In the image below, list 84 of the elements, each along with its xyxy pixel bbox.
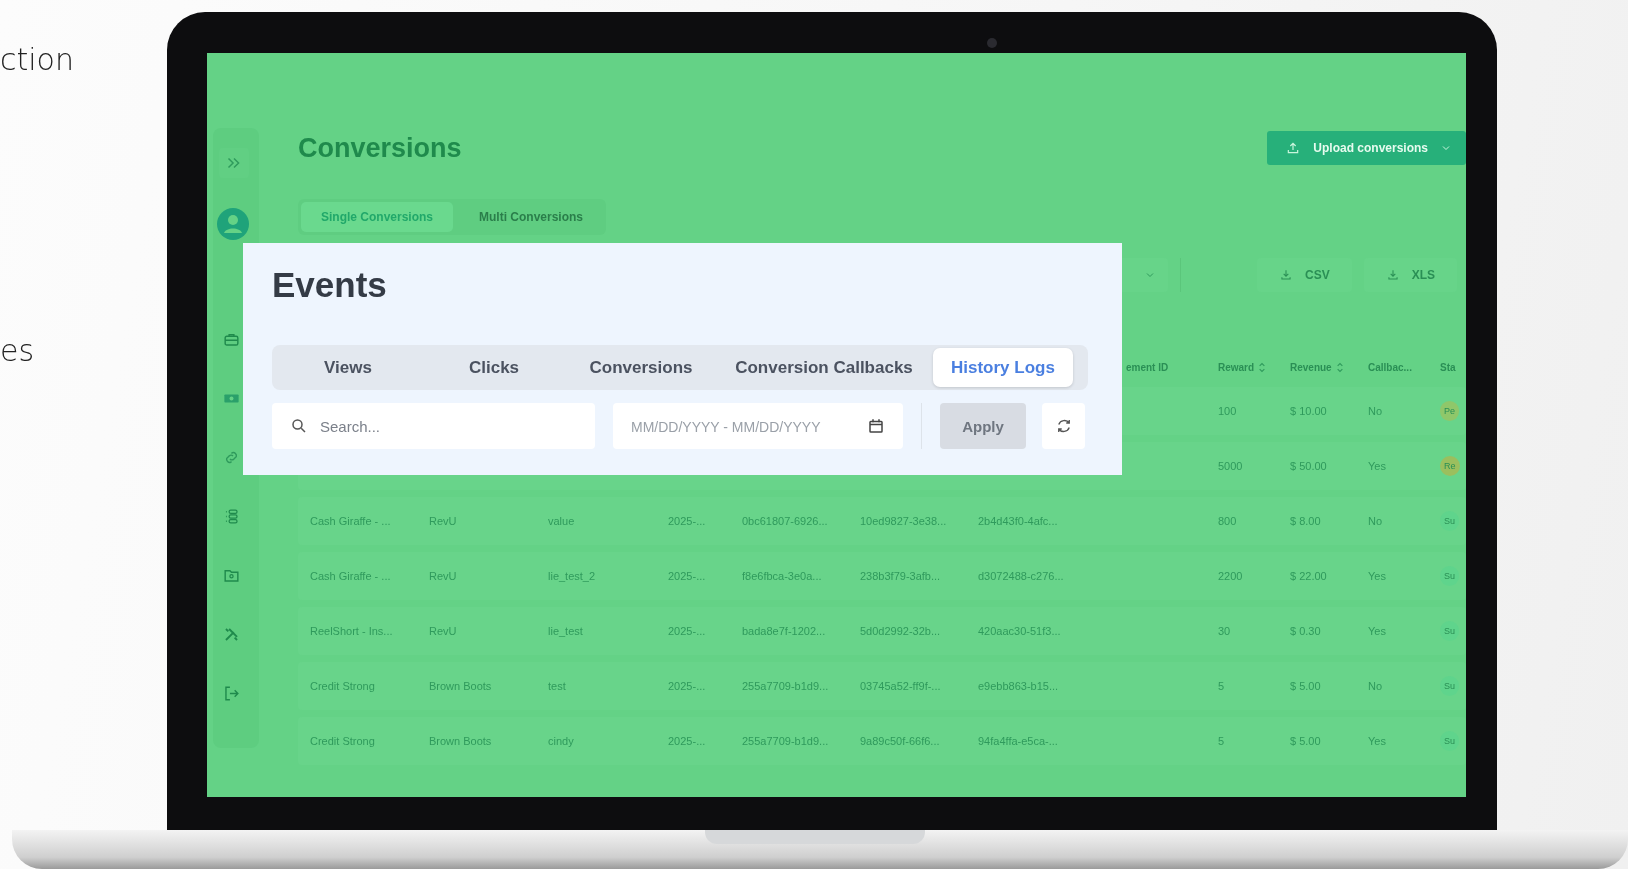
table-cell-text: 5	[1218, 735, 1226, 747]
tab[interactable]: Conversions	[567, 348, 715, 387]
column-header: Callbac...	[1368, 361, 1413, 373]
date-range-field[interactable]: MM/DD/YYYY - MM/DD/YYYY	[613, 403, 903, 449]
table-cell-text: 30	[1218, 625, 1232, 637]
table-cell-text: No	[1368, 405, 1384, 417]
refresh-button[interactable]	[1042, 403, 1085, 449]
table-cell-text: 2025-...	[668, 570, 707, 582]
table-cell-text: value	[548, 515, 576, 527]
sort-icon[interactable]	[1258, 361, 1267, 373]
table-cell-text: $ 10.00	[1290, 405, 1328, 417]
table-cell-text: $ 50.00	[1290, 460, 1328, 472]
table-cell-text: test	[548, 680, 567, 692]
table-cell-text: 2025-...	[668, 680, 707, 692]
table-cell-text: No	[1368, 680, 1384, 692]
column-header: Revenue	[1290, 361, 1368, 373]
calendar-icon[interactable]	[867, 417, 885, 435]
table-cell-text: 03745a52-ff9f-...	[860, 680, 942, 692]
table-cell-text: 9a89c50f-66f6...	[860, 735, 941, 747]
table-cell-text: Yes	[1368, 735, 1387, 747]
logout-icon[interactable]	[222, 684, 241, 703]
column-header: ement ID	[1125, 361, 1170, 373]
camera-icon	[987, 38, 997, 48]
table-cell-text: f8e6fbca-3e0a...	[742, 570, 823, 582]
table-cell-text: 800	[1218, 515, 1238, 527]
heading-text: es	[0, 333, 35, 368]
table-cell-text: bada8e7f-1202...	[742, 625, 827, 637]
table-cell-text: Yes	[1368, 570, 1387, 582]
column-header: Reward	[1218, 361, 1290, 373]
page-title: Conversions	[298, 133, 462, 164]
table-cell-text: 2b4d43f0-4afc...	[978, 515, 1059, 527]
table-cell-text: 255a7709-b1d9...	[742, 735, 830, 747]
table-cell-text: 2025-...	[668, 515, 707, 527]
table-cell-text: 238b3f79-3afb...	[860, 570, 942, 582]
table-cell-text: No	[1368, 515, 1384, 527]
tab[interactable]: Conversion Callbacks	[715, 348, 933, 387]
table-cell-text: 5	[1218, 680, 1226, 692]
table-cell-text: lie_test_2	[548, 570, 597, 582]
table-cell-text: $ 5.00	[1290, 735, 1322, 747]
table-cell-text: Yes	[1368, 460, 1387, 472]
table-cell-text: 10ed9827-3e38...	[860, 515, 948, 527]
table-cell-text: 420aac30-51f3...	[978, 625, 1062, 637]
table-cell-text: Brown Boots	[429, 735, 493, 747]
sort-icon[interactable]	[1335, 361, 1344, 373]
tab[interactable]: History Logs	[933, 348, 1073, 387]
table-cell-text: 5d0d2992-32b...	[860, 625, 942, 637]
table-cell-text: $ 22.00	[1290, 570, 1328, 582]
heading-text: ction	[0, 42, 74, 77]
table-cell-text: $ 0.30	[1290, 625, 1322, 637]
panel-title: Events	[272, 265, 388, 305]
table-cell-text: Credit Strong	[310, 680, 376, 692]
tab[interactable]: Single Conversions	[301, 202, 454, 232]
table-cell-text: Cash Giraffe - ...	[310, 570, 392, 582]
download-icon	[1385, 268, 1400, 282]
table-cell-text: e9ebb863-b15...	[978, 680, 1060, 692]
table-cell-text: RevU	[429, 570, 458, 582]
avatar-icon[interactable]	[217, 208, 249, 240]
tab[interactable]: Clicks	[421, 348, 567, 387]
table-cell-text: 2025-...	[668, 735, 707, 747]
table-cell-text: $ 8.00	[1290, 515, 1322, 527]
column-header: Sta	[1440, 361, 1457, 373]
table-cell-text: Brown Boots	[429, 680, 493, 692]
table-cell-text: 2025-...	[668, 625, 707, 637]
status-badge: Re	[1440, 456, 1460, 476]
table-cell-text: $ 5.00	[1290, 680, 1322, 692]
table-cell-text: 255a7709-b1d9...	[742, 680, 830, 692]
tab[interactable]: Multi Conversions	[459, 202, 604, 232]
status-badge: Pe	[1440, 401, 1459, 421]
search-icon	[290, 417, 308, 435]
upload-button[interactable]: Upload conversions	[1267, 131, 1466, 165]
tools-icon[interactable]	[222, 625, 241, 644]
table-cell-text: Credit Strong	[310, 735, 376, 747]
table-cell-text: RevU	[429, 515, 458, 527]
table-cell-text: 94fa4ffa-e5ca-...	[978, 735, 1059, 747]
table-cell-text: Cash Giraffe - ...	[310, 515, 392, 527]
table-cell-text: RevU	[429, 625, 458, 637]
table-cell-text: lie_test	[548, 625, 584, 637]
table-cell-text: d3072488-c276...	[978, 570, 1065, 582]
table-cell-text: Yes	[1368, 625, 1387, 637]
table-cell-text: 0bc61807-6926...	[742, 515, 829, 527]
tab[interactable]: Views	[275, 348, 421, 387]
search-field[interactable]: Search...	[272, 403, 595, 449]
table-cell-text: 5000	[1218, 460, 1244, 472]
download-icon	[1278, 268, 1293, 282]
